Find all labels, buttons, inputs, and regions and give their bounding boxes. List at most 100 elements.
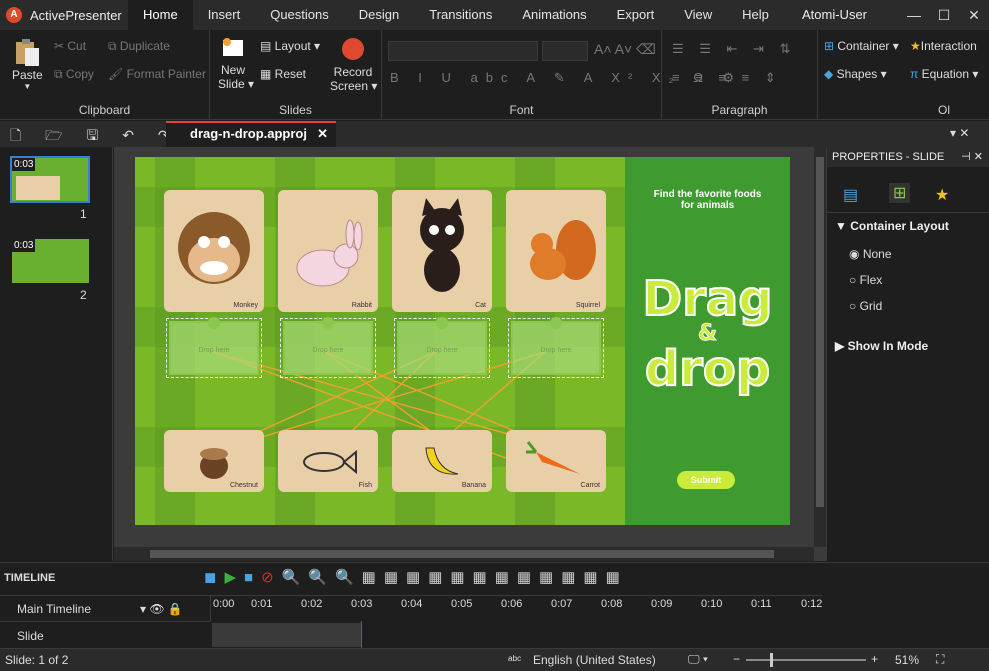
vertical-scroll-thumb[interactable]: [816, 157, 824, 507]
record-screen-button[interactable]: Record Screen ▾: [330, 36, 377, 93]
drop-zone-2[interactable]: Drop here: [280, 318, 376, 378]
copy-button[interactable]: ⧉ Copy: [54, 67, 94, 82]
format-painter-button[interactable]: 🖌 Format Painter: [108, 67, 206, 81]
drop-zone-3[interactable]: Drop here: [394, 318, 490, 378]
interaction-tab-icon[interactable]: ★: [935, 185, 949, 205]
duplicate-button[interactable]: ⧉ Duplicate: [108, 39, 170, 54]
vertical-scrollbar[interactable]: [814, 147, 826, 547]
food-label-banana: Banana: [461, 482, 486, 489]
radio-none-label: None: [862, 247, 892, 261]
fit-window-icon[interactable]: ⛶: [936, 652, 944, 667]
submit-button[interactable]: Submit: [677, 471, 735, 489]
record-icon: [342, 38, 364, 60]
eye-lock-icons[interactable]: ▾ 👁 🔒: [140, 602, 183, 616]
container-layout-tab-icon[interactable]: ⊞: [889, 183, 911, 203]
slide-canvas[interactable]: Monkey Rabbit Cat Squirrel Drop here Dro…: [135, 157, 790, 525]
interaction-button[interactable]: ★Interaction: [910, 39, 977, 53]
animal-card-squirrel[interactable]: Squirrel: [506, 190, 606, 312]
animal-label-squirrel: Squirrel: [575, 302, 600, 309]
thumbnail-1[interactable]: 0:03: [10, 156, 90, 203]
container-button[interactable]: ⊞ Container ▾: [824, 39, 899, 53]
tab-insert[interactable]: Insert: [193, 0, 256, 30]
shapes-button[interactable]: ◆ Shapes ▾: [824, 67, 887, 81]
align-icons[interactable]: ≡ ≡ ≡ ≡ ⇕: [672, 70, 782, 86]
animal-card-monkey[interactable]: Monkey: [164, 190, 264, 312]
quick-access-icons[interactable]: 🗋 🗁 🖫 ↶ ↷: [10, 125, 180, 149]
zoom-in-icon[interactable]: +: [871, 652, 878, 666]
new-slide-button[interactable]: New Slide ▾: [218, 36, 254, 91]
layout-button[interactable]: ▤ Layout ▾: [260, 39, 320, 53]
tab-menu-icon[interactable]: ▾ ✕: [950, 126, 969, 140]
font-family-select[interactable]: [388, 41, 538, 61]
container-layout-section[interactable]: ▼ Container Layout: [835, 219, 949, 233]
playhead[interactable]: [361, 621, 362, 649]
font-group: A˄ A˅ ⌫ B I U abc A ✎ A X² X₂ Ω ⚙ Font: [382, 30, 734, 120]
tick-label: 0:12: [801, 598, 823, 610]
drop-zone-3-text: Drop here: [426, 347, 458, 354]
paragraph-group: ☰ ☰ ⇤ ⇥ ⇅ ≡ ≡ ≡ ≡ ⇕ Paragraph: [662, 30, 818, 120]
close-icon[interactable]: ✕: [959, 0, 989, 30]
show-in-mode-label: Show In Mode: [847, 339, 929, 353]
font-size-select[interactable]: [542, 41, 588, 61]
drop-zone-4[interactable]: Drop here: [508, 318, 604, 378]
tick-label: 0:02: [301, 598, 323, 610]
food-card-fish[interactable]: Fish: [278, 430, 378, 492]
horizontal-scroll-thumb[interactable]: [150, 550, 774, 558]
animal-card-rabbit[interactable]: Rabbit: [278, 190, 378, 312]
properties-tab-icon[interactable]: ▤: [843, 185, 858, 205]
zoom-slider[interactable]: [746, 653, 866, 667]
zoom-out-icon[interactable]: −: [733, 652, 740, 666]
tab-transitions[interactable]: Transitions: [414, 0, 507, 30]
food-card-chestnut[interactable]: Chestnut: [164, 430, 264, 492]
horizontal-scrollbar[interactable]: [114, 547, 814, 561]
maximize-icon[interactable]: ☐: [929, 0, 959, 30]
food-card-carrot[interactable]: Carrot: [506, 430, 606, 492]
show-in-mode-section[interactable]: ▶ Show In Mode: [835, 339, 928, 353]
document-tab[interactable]: drag-n-drop.approj ✕: [166, 121, 336, 147]
spellcheck-icon[interactable]: ᵃᵇᶜ: [508, 653, 521, 667]
tab-view[interactable]: View: [669, 0, 727, 30]
tab-animations[interactable]: Animations: [507, 0, 601, 30]
app-logo-icon[interactable]: A: [6, 7, 22, 23]
pin-icon: [208, 317, 220, 329]
paste-button[interactable]: Paste ▼: [12, 36, 43, 91]
properties-tabs: ▤ ⊞ ★: [827, 183, 989, 213]
drop-zone-1[interactable]: Drop here: [166, 318, 262, 378]
timeline-toolbar-icons[interactable]: ◼▶■⊘🔍🔍🔍▦▦▦▦▦▦▦▦▦▦▦▦: [204, 568, 628, 586]
close-tab-icon[interactable]: ✕: [317, 123, 328, 145]
shapes-label: Shapes: [836, 67, 878, 81]
list-icons[interactable]: ☰ ☰ ⇤ ⇥ ⇅: [672, 41, 796, 57]
radio-none[interactable]: ◉ None: [849, 247, 892, 261]
tab-help[interactable]: Help: [727, 0, 784, 30]
tab-design[interactable]: Design: [344, 0, 414, 30]
food-card-banana[interactable]: Banana: [392, 430, 492, 492]
animal-card-cat[interactable]: Cat: [392, 190, 492, 312]
radio-flex[interactable]: ○ Flex: [849, 273, 882, 287]
tab-questions[interactable]: Questions: [255, 0, 344, 30]
slide-track-bar[interactable]: [212, 623, 362, 647]
pin-close-icon[interactable]: ⊣ ✕: [961, 147, 983, 167]
shapes-icon: ◆: [824, 67, 837, 81]
tab-export[interactable]: Export: [602, 0, 670, 30]
equation-button[interactable]: π Equation ▾: [910, 67, 978, 81]
reset-button[interactable]: ▦ Reset: [260, 67, 306, 81]
radio-grid[interactable]: ○ Grid: [849, 299, 882, 313]
copy-icon: ⧉: [54, 67, 66, 81]
language-label[interactable]: English (United States): [533, 653, 656, 667]
tab-home[interactable]: Home: [128, 0, 193, 30]
time-ruler[interactable]: 0:00 0:01 0:02 0:03 0:04 0:05 0:06 0:07 …: [210, 595, 822, 621]
slide-track-row[interactable]: Slide: [0, 621, 210, 649]
zoom-slider-thumb[interactable]: [770, 653, 773, 667]
zoom-level: 51%: [895, 653, 920, 667]
font-size-buttons-icon[interactable]: A˄ A˅ ⌫: [594, 41, 656, 58]
canvas-area[interactable]: Monkey Rabbit Cat Squirrel Drop here Dro…: [114, 147, 826, 561]
main-timeline-row[interactable]: Main Timeline ▾ 👁 🔒: [0, 595, 210, 621]
user-name[interactable]: Atomi-User: [802, 0, 867, 30]
minimize-icon[interactable]: —: [899, 0, 929, 30]
cut-icon: ✂: [54, 39, 68, 53]
drag-drop-logo: Drag & drop: [625, 274, 790, 394]
radio-grid-label: Grid: [859, 299, 883, 313]
view-mode-icon[interactable]: 🖵 ▾: [688, 652, 708, 667]
thumbnail-2[interactable]: 0:03: [12, 239, 89, 283]
cut-button[interactable]: ✂ Cut: [54, 39, 86, 53]
